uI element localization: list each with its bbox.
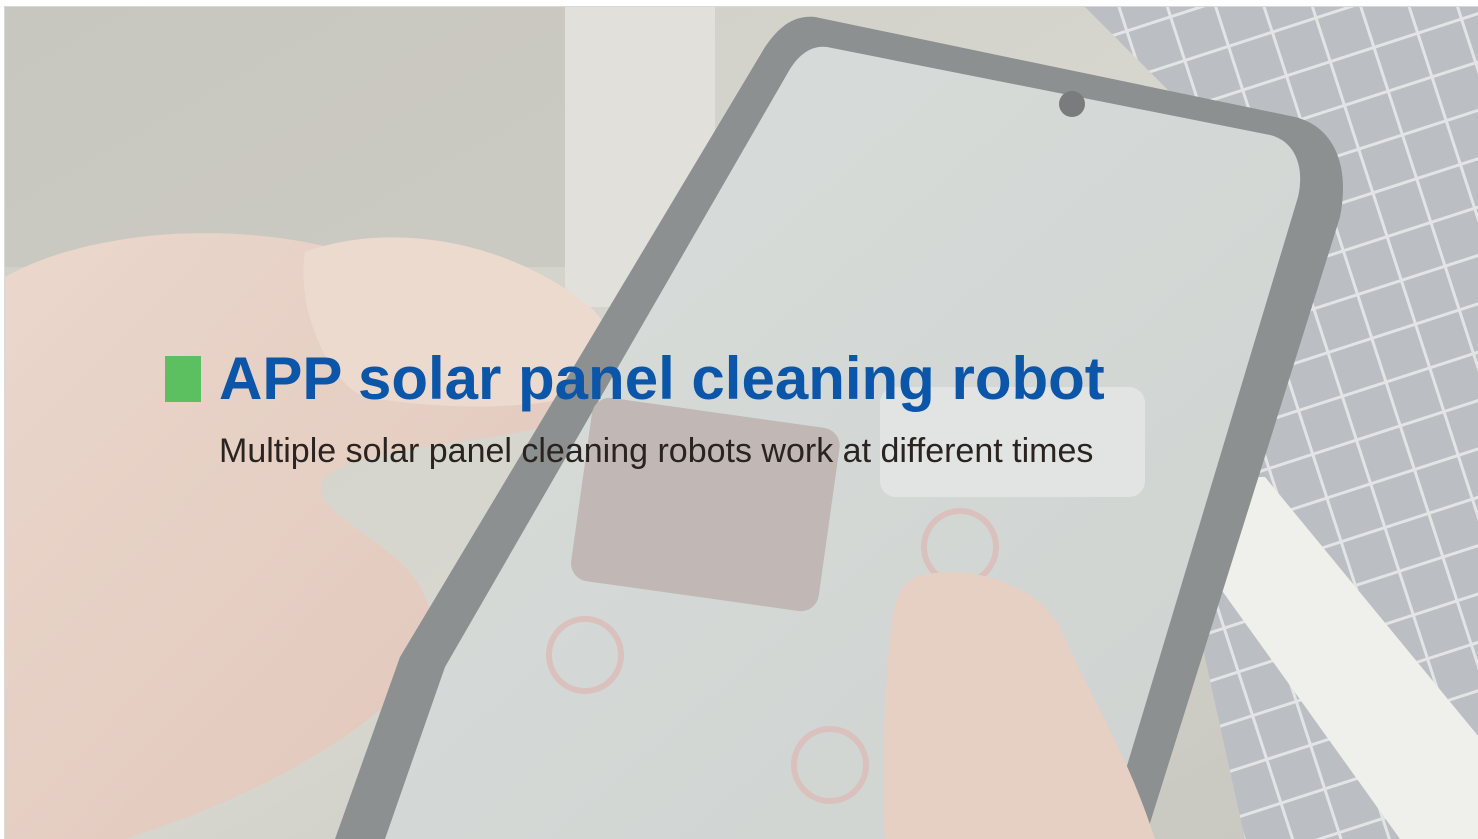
light-overlay	[5, 7, 1478, 839]
green-square-bullet-icon	[165, 356, 201, 402]
slide-title: APP solar panel cleaning robot	[219, 345, 1105, 412]
slide-frame: APP solar panel cleaning robot Multiple …	[4, 6, 1478, 839]
slide-subtitle: Multiple solar panel cleaning robots wor…	[219, 432, 1094, 470]
title-row: APP solar panel cleaning robot	[165, 341, 1105, 417]
